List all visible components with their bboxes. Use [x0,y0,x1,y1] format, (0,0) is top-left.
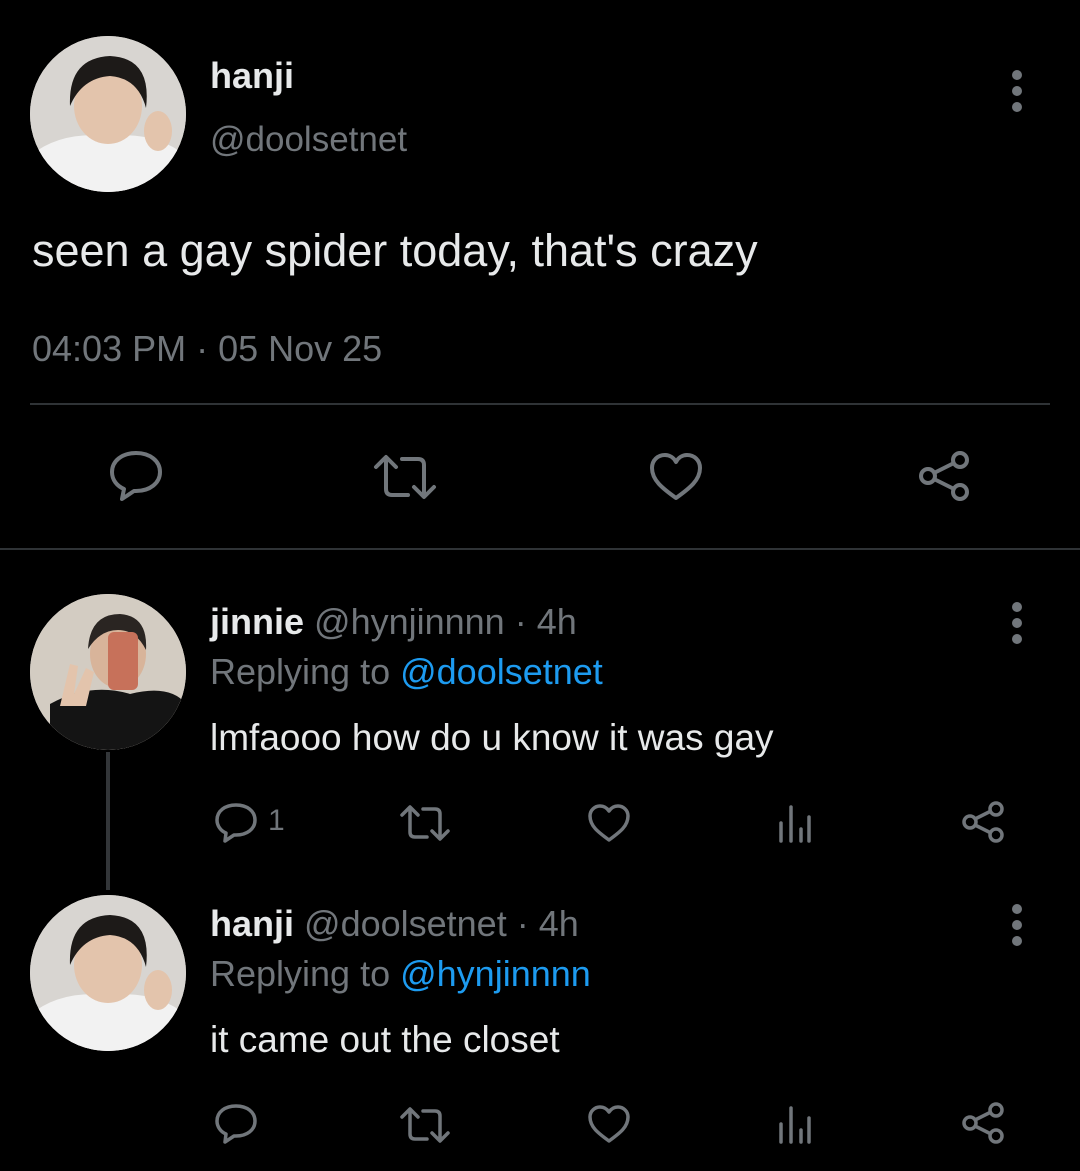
reply2-reply-icon[interactable] [214,1103,258,1145]
main-more-icon[interactable] [1011,70,1023,118]
main-tweet-text: seen a gay spider today, that's crazy [32,225,758,276]
section-divider [0,548,1080,550]
reply1-retweet-icon[interactable] [398,804,452,842]
reply2-display-name[interactable]: hanji [210,903,294,944]
reply2-avatar[interactable] [30,895,186,1051]
main-display-name[interactable]: hanji [210,55,294,97]
reply2-views-icon[interactable] [775,1104,815,1144]
reply2-heart-icon[interactable] [587,1104,631,1144]
reply2-share-icon[interactable] [960,1101,1006,1145]
reply2-replying-to: Replying to @hynjinnnn [210,953,591,995]
reply2-more-icon[interactable] [1011,904,1023,952]
reply1-replying-prefix: Replying to [210,651,401,692]
reply1-avatar[interactable] [30,594,186,750]
reply1-heart-icon[interactable] [587,803,631,843]
reply1-reply-icon[interactable] [214,802,258,844]
reply1-handle-time[interactable]: @hynjinnnn · 4h [314,601,577,642]
thread-connector-line [106,752,110,890]
reply2-header: hanji @doolsetnet · 4h [210,903,579,945]
main-timestamp[interactable]: 04:03 PM · 05 Nov 25 [32,328,382,370]
reply-icon[interactable] [108,449,164,503]
reply1-share-icon[interactable] [960,800,1006,844]
share-icon[interactable] [915,450,973,502]
reply1-views-icon[interactable] [775,803,815,843]
reply2-handle-time[interactable]: @doolsetnet · 4h [304,903,579,944]
reply1-display-name[interactable]: jinnie [210,601,304,642]
reply1-replying-to: Replying to @doolsetnet [210,651,603,693]
reply1-reply-count: 1 [268,804,285,837]
reply2-replying-prefix: Replying to [210,953,401,994]
heart-icon[interactable] [648,452,704,502]
retweet-icon[interactable] [370,453,440,501]
main-avatar[interactable] [30,36,186,192]
main-handle[interactable]: @doolsetnet [210,120,407,160]
reply1-replying-handle[interactable]: @doolsetnet [400,651,603,692]
reply1-more-icon[interactable] [1011,602,1023,650]
reply1-text: lmfaooo how do u know it was gay [210,717,774,758]
reply2-replying-handle[interactable]: @hynjinnnn [400,953,591,994]
main-divider [30,403,1050,405]
reply2-retweet-icon[interactable] [398,1106,452,1144]
reply2-text: it came out the closet [210,1019,560,1060]
reply1-header: jinnie @hynjinnnn · 4h [210,601,577,643]
